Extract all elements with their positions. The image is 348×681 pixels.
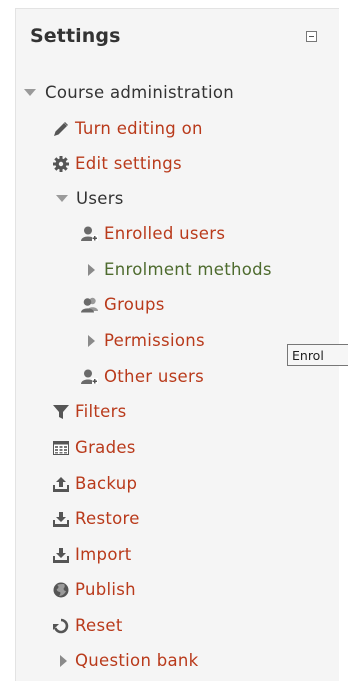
grades-table-icon	[53, 440, 69, 456]
enrol-user-icon	[81, 226, 98, 242]
question-bank-link[interactable]: Question bank	[75, 648, 199, 674]
turn-editing-on-link[interactable]: Turn editing on	[75, 116, 203, 142]
expanded-arrow-icon[interactable]	[56, 194, 72, 210]
edit-settings-link[interactable]: Edit settings	[75, 151, 182, 177]
permissions-link[interactable]: Permissions	[104, 328, 205, 354]
enrolled-users-link[interactable]: Enrolled users	[104, 221, 225, 247]
import-download-icon	[53, 547, 69, 563]
publish-link[interactable]: Publish	[75, 577, 136, 603]
tooltip: Enrol	[287, 344, 348, 366]
enrolment-methods-link[interactable]: Enrolment methods	[104, 257, 272, 283]
collapsed-arrow-icon[interactable]	[59, 655, 75, 671]
reset-link[interactable]: Reset	[75, 613, 123, 639]
pencil-icon	[53, 121, 69, 137]
other-users-link[interactable]: Other users	[104, 364, 204, 390]
grades-link[interactable]: Grades	[75, 435, 136, 461]
collapsed-arrow-icon[interactable]	[87, 264, 103, 280]
backup-upload-icon	[53, 476, 69, 492]
restore-download-icon	[53, 511, 69, 527]
collapse-icon[interactable]	[306, 31, 317, 42]
users-label: Users	[76, 189, 124, 208]
backup-link[interactable]: Backup	[75, 471, 137, 497]
other-users-icon	[81, 369, 98, 385]
block-header: Settings	[30, 25, 330, 65]
reset-icon	[53, 618, 69, 634]
gear-icon	[53, 156, 69, 172]
block-title: Settings	[30, 25, 121, 47]
restore-link[interactable]: Restore	[75, 506, 140, 532]
filters-link[interactable]: Filters	[75, 399, 127, 425]
groups-link[interactable]: Groups	[104, 292, 165, 318]
expanded-arrow-icon[interactable]	[24, 88, 40, 104]
filter-icon	[53, 404, 69, 420]
course-administration-label: Course administration	[45, 83, 235, 102]
groups-icon	[81, 297, 98, 313]
collapsed-arrow-icon[interactable]	[87, 335, 103, 351]
globe-icon	[53, 582, 69, 598]
import-link[interactable]: Import	[75, 542, 132, 568]
